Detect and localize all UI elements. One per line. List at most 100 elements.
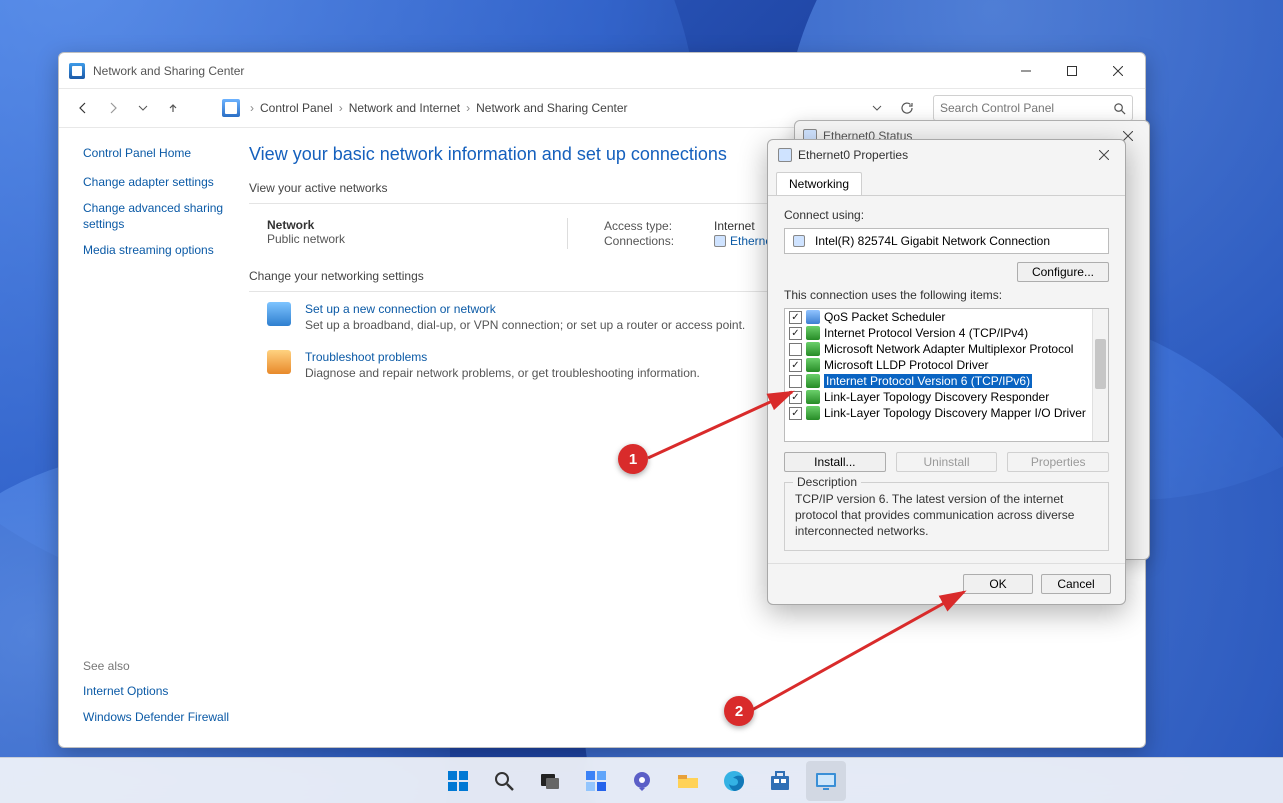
- setup-connection-icon: [267, 302, 291, 326]
- see-also-label: See also: [83, 659, 237, 673]
- nav-up-button[interactable]: [161, 96, 185, 120]
- troubleshoot-desc: Diagnose and repair network problems, or…: [305, 366, 700, 380]
- sidebar-link-sharing[interactable]: Change advanced sharing settings: [83, 200, 237, 232]
- nav-back-button[interactable]: [71, 96, 95, 120]
- network-protocol-icon: [806, 342, 820, 356]
- protocol-checkbox[interactable]: ✓: [789, 327, 802, 340]
- network-name: Network: [267, 218, 527, 232]
- description-group: Description TCP/IP version 6. The latest…: [784, 482, 1109, 551]
- protocol-label: Internet Protocol Version 6 (TCP/IPv6): [824, 374, 1032, 388]
- protocol-label: Link-Layer Topology Discovery Mapper I/O…: [824, 406, 1086, 420]
- configure-button[interactable]: Configure...: [1017, 262, 1109, 282]
- edge-button[interactable]: [714, 761, 754, 801]
- callout-badge-1: 1: [618, 444, 648, 474]
- ethernet-icon: [714, 235, 726, 247]
- access-type-key: Access type:: [604, 219, 694, 233]
- protocol-item[interactable]: ✓ Internet Protocol Version 4 (TCP/IPv4): [785, 325, 1108, 341]
- troubleshoot-link[interactable]: Troubleshoot problems: [305, 350, 700, 364]
- chat-button[interactable]: [622, 761, 662, 801]
- see-also-firewall[interactable]: Windows Defender Firewall: [83, 709, 237, 725]
- maximize-button[interactable]: [1049, 56, 1095, 86]
- protocol-checkbox[interactable]: ✓: [789, 407, 802, 420]
- description-legend: Description: [793, 475, 861, 489]
- network-type: Public network: [267, 232, 527, 246]
- adapter-field: Intel(R) 82574L Gigabit Network Connecti…: [784, 228, 1109, 254]
- taskbar-search-button[interactable]: [484, 761, 524, 801]
- protocol-item[interactable]: ✓ Link-Layer Topology Discovery Responder: [785, 389, 1108, 405]
- tab-networking[interactable]: Networking: [776, 172, 862, 195]
- store-button[interactable]: [760, 761, 800, 801]
- close-button[interactable]: [1095, 56, 1141, 86]
- protocol-listbox[interactable]: ✓ QoS Packet Scheduler ✓ Internet Protocol …: [784, 308, 1109, 442]
- access-type-value: Internet: [714, 219, 755, 233]
- widgets-button[interactable]: [576, 761, 616, 801]
- listbox-scrollbar[interactable]: [1092, 309, 1108, 441]
- task-view-button[interactable]: [530, 761, 570, 801]
- setup-connection-desc: Set up a broadband, dial-up, or VPN conn…: [305, 318, 745, 332]
- uninstall-button[interactable]: Uninstall: [896, 452, 998, 472]
- search-icon: [1113, 102, 1126, 115]
- titlebar[interactable]: Network and Sharing Center: [59, 53, 1145, 88]
- sidebar: Control Panel Home Change adapter settin…: [59, 128, 249, 747]
- minimize-button[interactable]: [1003, 56, 1049, 86]
- protocol-label: QoS Packet Scheduler: [824, 310, 945, 324]
- sidebar-link-adapter[interactable]: Change adapter settings: [83, 174, 237, 190]
- description-text: TCP/IP version 6. The latest version of …: [795, 491, 1098, 540]
- control-panel-taskbar-button[interactable]: [806, 761, 846, 801]
- ethernet-properties-dialog: Ethernet0 Properties Networking Connect …: [767, 139, 1126, 605]
- network-protocol-icon: [806, 326, 820, 340]
- adapter-name: Intel(R) 82574L Gigabit Network Connecti…: [815, 234, 1050, 248]
- breadcrumb-dropdown[interactable]: [865, 96, 889, 120]
- crumb-2[interactable]: Network and Sharing Center: [476, 101, 627, 115]
- network-adapter-icon: [793, 235, 805, 247]
- setup-connection-link[interactable]: Set up a new connection or network: [305, 302, 745, 316]
- nav-forward-button[interactable]: [101, 96, 125, 120]
- troubleshoot-icon: [267, 350, 291, 374]
- sidebar-link-media[interactable]: Media streaming options: [83, 242, 237, 258]
- protocol-checkbox[interactable]: [789, 375, 802, 388]
- properties-close-button[interactable]: [1087, 142, 1121, 168]
- ok-button[interactable]: OK: [963, 574, 1033, 594]
- network-center-icon: [69, 63, 85, 79]
- window-title: Network and Sharing Center: [93, 64, 244, 78]
- refresh-button[interactable]: [895, 96, 919, 120]
- control-panel-icon: [222, 99, 240, 117]
- connections-key: Connections:: [604, 234, 694, 248]
- connect-using-label: Connect using:: [784, 208, 1109, 222]
- protocol-label: Microsoft LLDP Protocol Driver: [824, 358, 989, 372]
- protocol-label: Link-Layer Topology Discovery Responder: [824, 390, 1049, 404]
- breadcrumb[interactable]: › Control Panel › Network and Internet ›…: [215, 96, 859, 120]
- taskbar[interactable]: [0, 757, 1283, 803]
- file-explorer-button[interactable]: [668, 761, 708, 801]
- protocol-item[interactable]: ✓ Microsoft LLDP Protocol Driver: [785, 357, 1108, 373]
- crumb-1[interactable]: Network and Internet: [349, 101, 460, 115]
- sidebar-home-link[interactable]: Control Panel Home: [83, 146, 237, 160]
- callout-badge-2: 2: [724, 696, 754, 726]
- protocol-item[interactable]: ✓ Link-Layer Topology Discovery Mapper I/…: [785, 405, 1108, 421]
- protocol-label: Microsoft Network Adapter Multiplexor Pr…: [824, 342, 1073, 356]
- monitor-icon: [806, 310, 820, 324]
- network-protocol-icon: [806, 406, 820, 420]
- properties-title: Ethernet0 Properties: [798, 148, 908, 162]
- network-protocol-icon: [806, 374, 820, 388]
- protocol-checkbox[interactable]: ✓: [789, 311, 802, 324]
- ethernet-icon: [778, 148, 792, 162]
- crumb-0[interactable]: Control Panel: [260, 101, 333, 115]
- cancel-button[interactable]: Cancel: [1041, 574, 1111, 594]
- item-properties-button[interactable]: Properties: [1007, 452, 1109, 472]
- protocol-checkbox[interactable]: ✓: [789, 359, 802, 372]
- network-protocol-icon: [806, 358, 820, 372]
- nav-recent-dropdown[interactable]: [131, 96, 155, 120]
- protocol-checkbox[interactable]: [789, 343, 802, 356]
- start-button[interactable]: [438, 761, 478, 801]
- search-input[interactable]: Search Control Panel: [933, 95, 1133, 121]
- protocol-label: Internet Protocol Version 4 (TCP/IPv4): [824, 326, 1028, 340]
- protocol-item[interactable]: ✓ QoS Packet Scheduler: [785, 309, 1108, 325]
- protocol-checkbox[interactable]: ✓: [789, 391, 802, 404]
- protocol-item[interactable]: Internet Protocol Version 6 (TCP/IPv6): [785, 373, 1108, 389]
- see-also-internet-options[interactable]: Internet Options: [83, 683, 237, 699]
- tabstrip: Networking: [768, 170, 1125, 196]
- install-button[interactable]: Install...: [784, 452, 886, 472]
- protocol-item[interactable]: Microsoft Network Adapter Multiplexor Pr…: [785, 341, 1108, 357]
- search-placeholder: Search Control Panel: [940, 101, 1113, 115]
